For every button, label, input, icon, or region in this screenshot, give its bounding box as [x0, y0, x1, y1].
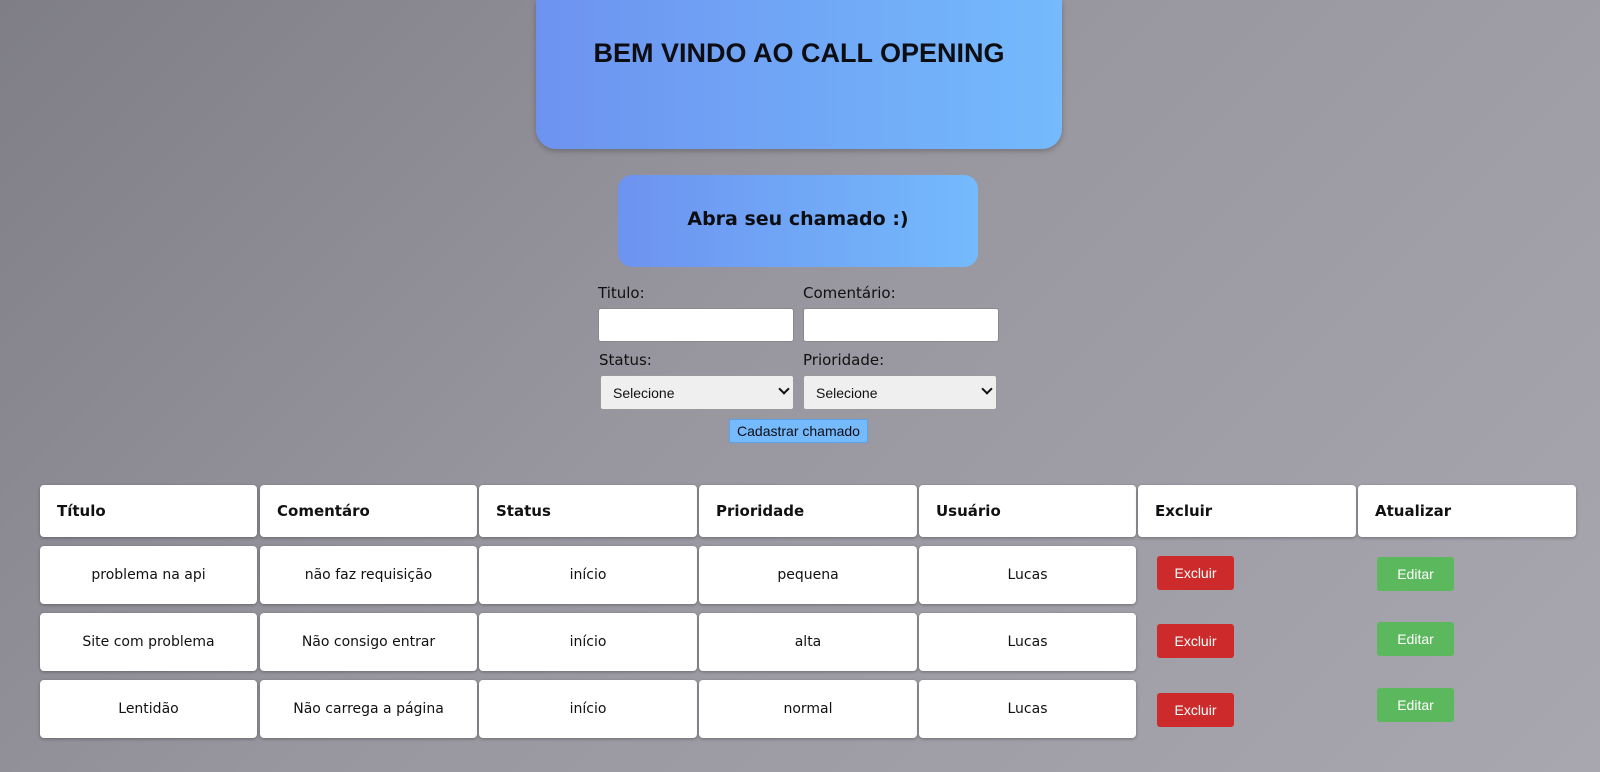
chevron-down-icon — [778, 383, 790, 395]
titulo-input[interactable] — [598, 308, 794, 342]
cell-prioridade: alta — [699, 613, 917, 671]
editar-button[interactable]: Editar — [1377, 688, 1454, 722]
cell-status: início — [479, 613, 697, 671]
cell-status: início — [479, 546, 697, 604]
cadastrar-chamado-button[interactable]: Cadastrar chamado — [729, 419, 868, 443]
excluir-button[interactable]: Excluir — [1157, 624, 1234, 658]
status-select[interactable]: Selecione — [600, 375, 794, 410]
cell-comentario: Não carrega a página — [260, 680, 477, 738]
cell-status: início — [479, 680, 697, 738]
status-selected-value: Selecione — [613, 385, 675, 401]
prioridade-select[interactable]: Selecione — [803, 375, 997, 410]
cell-prioridade: pequena — [699, 546, 917, 604]
form-banner: Abra seu chamado :) — [618, 175, 978, 267]
cell-titulo: Site com problema — [40, 613, 257, 671]
cell-titulo: problema na api — [40, 546, 257, 604]
cell-prioridade: normal — [699, 680, 917, 738]
header-prioridade: Prioridade — [699, 485, 917, 537]
header-comentario: Comentáro — [260, 485, 477, 537]
header-status: Status — [479, 485, 697, 537]
cell-usuario: Lucas — [919, 546, 1136, 604]
cell-comentario: Não consigo entrar — [260, 613, 477, 671]
form-title: Abra seu chamado :) — [687, 208, 909, 230]
comentario-input[interactable] — [803, 308, 999, 342]
excluir-button[interactable]: Excluir — [1157, 693, 1234, 727]
welcome-banner: BEM VINDO AO CALL OPENING — [536, 0, 1062, 149]
cell-usuario: Lucas — [919, 613, 1136, 671]
prioridade-selected-value: Selecione — [816, 385, 878, 401]
editar-button[interactable]: Editar — [1377, 622, 1454, 656]
cell-titulo: Lentidão — [40, 680, 257, 738]
chevron-down-icon — [981, 383, 993, 395]
excluir-button[interactable]: Excluir — [1157, 556, 1234, 590]
header-usuario: Usuário — [919, 485, 1136, 537]
cell-comentario: não faz requisição — [260, 546, 477, 604]
comentario-label: Comentário: — [803, 284, 896, 302]
header-atualizar: Atualizar — [1358, 485, 1576, 537]
page-title: BEM VINDO AO CALL OPENING — [593, 38, 1005, 68]
header-titulo: Título — [40, 485, 257, 537]
cell-usuario: Lucas — [919, 680, 1136, 738]
prioridade-label: Prioridade: — [803, 351, 885, 369]
titulo-label: Titulo: — [598, 284, 645, 302]
status-label: Status: — [599, 351, 652, 369]
header-excluir: Excluir — [1138, 485, 1356, 537]
editar-button[interactable]: Editar — [1377, 557, 1454, 591]
